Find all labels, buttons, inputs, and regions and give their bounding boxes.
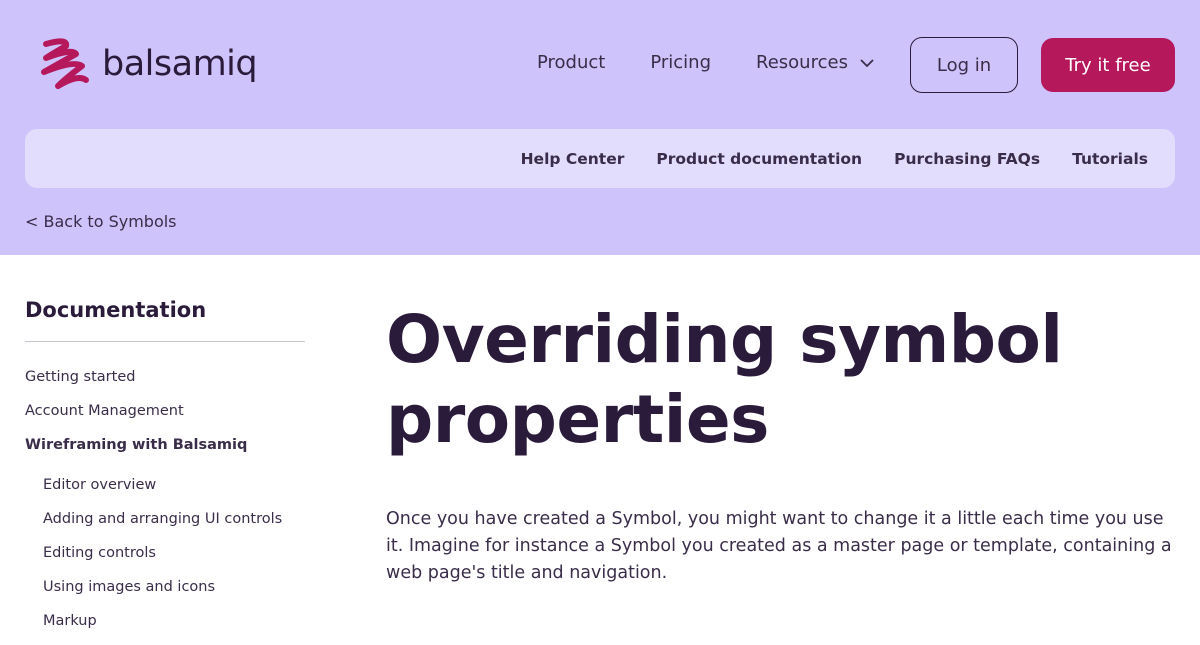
subnav-help-center[interactable]: Help Center [521, 150, 625, 168]
sidebar-subitem-editing-controls[interactable]: Editing controls [43, 543, 305, 577]
sidebar-item-account-management[interactable]: Account Management [25, 401, 305, 435]
sidebar-subitem-images-icons[interactable]: Using images and icons [43, 577, 305, 611]
login-button[interactable]: Log in [910, 37, 1018, 93]
chevron-down-icon [860, 58, 874, 67]
help-subnav: Help Center Product documentation Purcha… [25, 129, 1175, 188]
page-title: Overriding symbol properties [386, 301, 1063, 458]
site-header: balsamiq Product Pricing Resources Log i… [0, 0, 1200, 255]
article: Overriding symbol properties Once you ha… [386, 300, 1176, 587]
nav-resources[interactable]: Resources [756, 52, 874, 73]
sidebar-title: Documentation [25, 298, 305, 342]
sidebar-item-wireframing[interactable]: Wireframing with Balsamiq [25, 435, 305, 469]
sidebar-item-getting-started[interactable]: Getting started [25, 367, 305, 401]
squiggle-logo-icon [41, 38, 89, 89]
subnav-purchasing-faqs[interactable]: Purchasing FAQs [894, 150, 1040, 168]
nav-pricing[interactable]: Pricing [650, 52, 711, 73]
sidebar-subitem-adding-controls[interactable]: Adding and arranging UI controls [43, 509, 305, 543]
main-nav: Product Pricing Resources [537, 52, 874, 73]
subnav-product-documentation[interactable]: Product documentation [656, 150, 862, 168]
subnav-tutorials[interactable]: Tutorials [1072, 150, 1148, 168]
sidebar-subitem-markup[interactable]: Markup [43, 611, 305, 645]
docs-sidebar: Documentation Getting started Account Ma… [25, 298, 305, 645]
sidebar-list: Getting started Account Management Wiref… [25, 367, 305, 469]
nav-resources-label: Resources [756, 52, 848, 73]
try-free-button[interactable]: Try it free [1041, 38, 1175, 92]
nav-product[interactable]: Product [537, 52, 605, 73]
logo-wordmark: balsamiq [102, 44, 258, 84]
sidebar-subitem-editor-overview[interactable]: Editor overview [43, 475, 305, 509]
logo[interactable]: balsamiq [38, 36, 258, 92]
sidebar-sublist: Editor overview Adding and arranging UI … [43, 475, 305, 645]
back-to-symbols-link[interactable]: < Back to Symbols [25, 212, 177, 231]
article-intro: Once you have created a Symbol, you migh… [386, 509, 1172, 583]
